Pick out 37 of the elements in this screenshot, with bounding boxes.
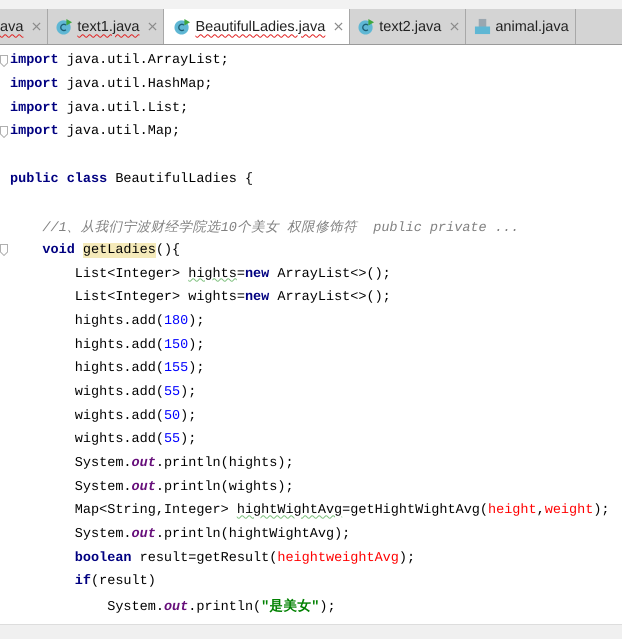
- class-icon: [174, 18, 192, 35]
- code-line: boolean result=getResult(heightweightAvg);: [74, 550, 416, 566]
- code-line: hights.add(150);: [74, 338, 204, 353]
- class-icon: [56, 18, 74, 35]
- code-line: Map<String,Integer> hightWightAvg=getHightWightAvg(height,weight);: [74, 503, 610, 518]
- code-line: System.out.println("是美女");: [106, 597, 336, 615]
- editor-tab[interactable]: animal.java: [466, 9, 576, 44]
- close-icon[interactable]: [32, 22, 42, 31]
- code-line: wights.add(55);: [74, 384, 196, 400]
- code-line: System.out.println(hights);: [74, 456, 294, 472]
- code-line: hights.add(155);: [74, 361, 204, 376]
- code-line: import java.util.List;: [10, 100, 188, 116]
- code-line: System.out.println(hightWightAvg);: [74, 527, 350, 542]
- code-line: public class BeautifulLadies {: [10, 172, 254, 187]
- code-line: void getLadies(){: [41, 242, 180, 258]
- fold-icon[interactable]: [0, 244, 8, 256]
- editor-tab[interactable]: ava: [0, 9, 48, 44]
- code-line: hights.add(180);: [74, 314, 204, 329]
- file-icon: [474, 18, 492, 35]
- close-icon[interactable]: [334, 22, 344, 31]
- editor-tab[interactable]: text2.java: [350, 9, 466, 44]
- class-icon: [358, 18, 376, 35]
- code-line: if(result): [74, 574, 156, 590]
- code-line: wights.add(50);: [74, 408, 196, 424]
- code-line: System.out.println(wights);: [74, 480, 294, 495]
- code-line: import java.util.HashMap;: [10, 77, 213, 92]
- editor-tab[interactable]: BeautifulLadies.java: [164, 9, 350, 44]
- close-icon[interactable]: [148, 22, 158, 31]
- code-line: wights.add(55);: [74, 432, 196, 448]
- fold-icon[interactable]: [0, 126, 8, 138]
- code-line: //1、从我们宁波财经学院选10个美女 权限修饰符 public private ...: [41, 218, 520, 236]
- close-icon[interactable]: [450, 22, 460, 31]
- code-line: import java.util.Map;: [10, 124, 180, 140]
- code-line: import java.util.ArrayList;: [10, 53, 229, 68]
- code-line: List<Integer> wights=new ArrayList<>();: [74, 290, 391, 306]
- code-line: List<Integer> hights=new ArrayList<>();: [74, 266, 391, 282]
- fold-icon[interactable]: [0, 54, 8, 67]
